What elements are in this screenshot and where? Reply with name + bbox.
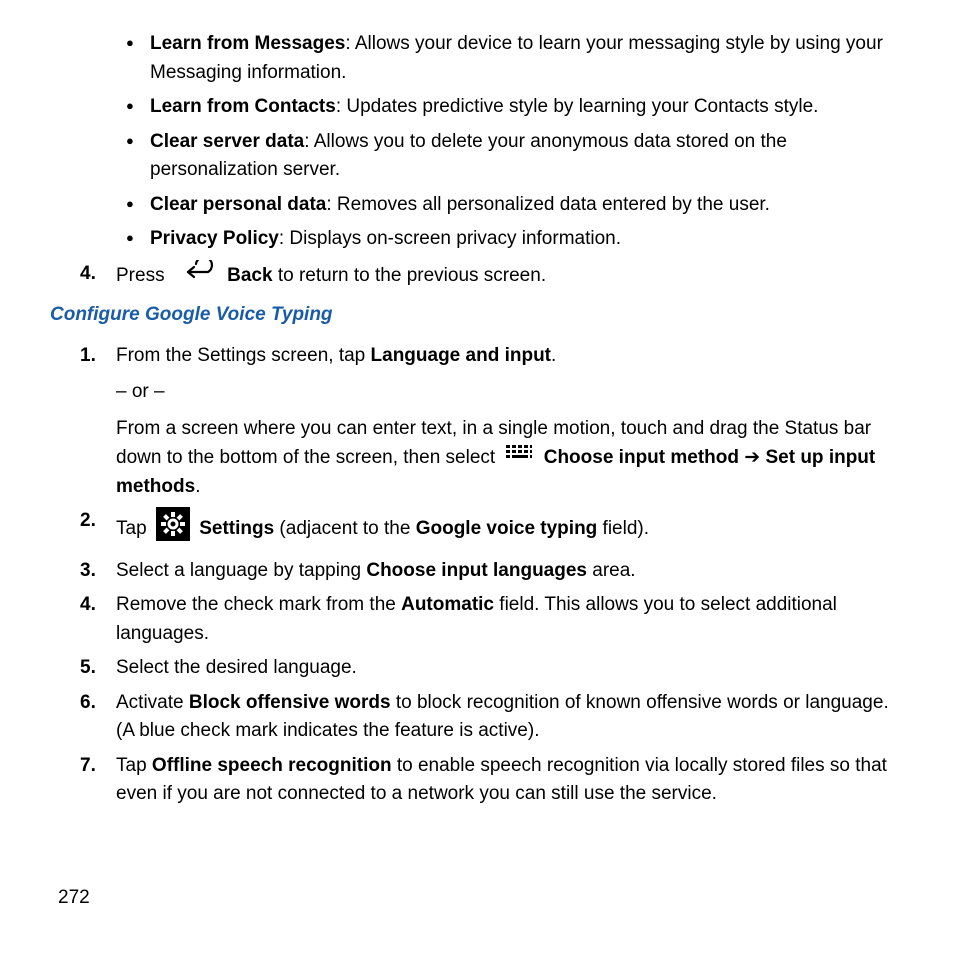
top-step-list: Press Back to return to the previous scr… [50, 260, 904, 292]
bullet-desc: : Displays on-screen privacy information… [279, 228, 621, 249]
bullet-label: Clear server data [150, 131, 304, 152]
page-number: 272 [58, 884, 90, 913]
keyboard-icon [504, 443, 534, 473]
step-text: field). [597, 518, 649, 539]
step-text: Select the desired language. [116, 657, 357, 678]
step-bold: Block offensive words [189, 692, 391, 713]
feature-bullet-list: Learn from Messages: Allows your device … [50, 30, 904, 254]
list-item: Clear server data: Allows you to delete … [50, 128, 904, 185]
list-item: Learn from Messages: Allows your device … [50, 30, 904, 87]
back-label: Back [227, 264, 272, 285]
step-text: From a screen where you can enter text, … [116, 415, 904, 502]
gear-icon [156, 507, 190, 551]
step-text: Remove the check mark from the [116, 594, 401, 615]
step-item: Select a language by tapping Choose inpu… [50, 557, 904, 586]
step-text: area. [587, 560, 636, 581]
step-item: From the Settings screen, tap Language a… [50, 342, 904, 502]
step-item: Tap [50, 507, 904, 551]
bullet-desc: : Updates predictive style by learning y… [336, 96, 819, 117]
bullet-label: Clear personal data [150, 194, 326, 215]
settings-label: Settings [199, 518, 274, 539]
list-item: Clear personal data: Removes all persona… [50, 191, 904, 220]
choose-input-method-label: Choose input method [544, 447, 739, 468]
list-item: Learn from Contacts: Updates predictive … [50, 93, 904, 122]
bullet-desc: : Removes all personalized data entered … [326, 194, 770, 215]
step-text: Tap [116, 755, 152, 776]
step-bold: Offline speech recognition [152, 755, 392, 776]
step-text: . [551, 345, 556, 366]
step-bold: Automatic [401, 594, 494, 615]
step-item: Remove the check mark from the Automatic… [50, 591, 904, 648]
step-bold: Language and input [371, 345, 552, 366]
back-icon [174, 260, 218, 292]
step-bold: Choose input languages [366, 560, 587, 581]
step-text: Tap [116, 518, 152, 539]
gvt-label: Google voice typing [416, 518, 598, 539]
step-text: Select a language by tapping [116, 560, 366, 581]
step-text: Activate [116, 692, 189, 713]
step-rest: to return to the previous screen. [273, 264, 547, 285]
arrow-text: ➔ [739, 447, 765, 468]
bullet-label: Learn from Messages [150, 33, 345, 54]
step-text: Press [116, 264, 165, 285]
bullet-label: Learn from Contacts [150, 96, 336, 117]
list-item: Privacy Policy: Displays on-screen priva… [50, 225, 904, 254]
step-text: . [195, 476, 200, 497]
step-item: Select the desired language. [50, 654, 904, 683]
step-text: (adjacent to the [274, 518, 416, 539]
section-heading: Configure Google Voice Typing [50, 301, 904, 330]
step-item: Activate Block offensive words to block … [50, 689, 904, 746]
bullet-label: Privacy Policy [150, 228, 279, 249]
step-item: Tap Offline speech recognition to enable… [50, 752, 904, 809]
step-item: Press Back to return to the previous scr… [50, 260, 904, 292]
step-list: From the Settings screen, tap Language a… [50, 342, 904, 809]
step-text: From the Settings screen, tap [116, 345, 371, 366]
or-separator: – or – [116, 378, 904, 407]
